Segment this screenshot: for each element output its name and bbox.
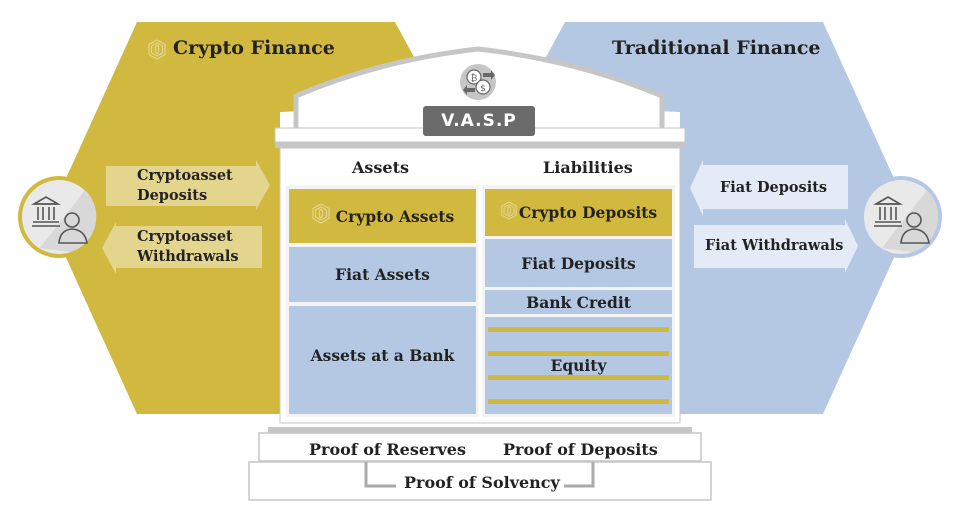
assets-at-bank-label: Assets at a Bank [310,345,455,365]
left-bank-customer-icon [18,176,100,258]
cryptoasset-withdrawals-line1: Cryptoasset [137,228,233,245]
cryptoasset-deposits-label: Cryptoasset Deposits [137,166,233,206]
crypto-fiat-exchange-icon: ₿ $ [460,64,496,100]
cryptoasset-deposits-line1: Cryptoasset [137,167,233,184]
cryptoasset-withdrawals-line2: Withdrawals [137,248,239,265]
base-ledge [268,427,692,433]
equity-label: Equity [550,356,607,375]
fiat-withdrawals-label: Fiat Withdrawals [705,237,844,254]
svg-text:$: $ [480,84,486,94]
bank-credit-label: Bank Credit [526,292,631,312]
liabilities-header: Liabilities [543,158,633,177]
assets-header: Assets [352,158,410,177]
cornice-shadow [275,142,685,148]
crypto-assets-label: Crypto Assets [335,206,455,226]
proof-of-deposits-label: Proof of Deposits [503,440,658,459]
assets-at-bank-box: Assets at a Bank [289,306,476,414]
crypto-deposits-box: Crypto Deposits [485,189,672,236]
crypto-assets-box: Crypto Assets [289,189,476,243]
cryptoasset-withdrawals-label: Cryptoasset Withdrawals [137,227,239,267]
fiat-deposits-label: Fiat Deposits [521,253,636,273]
crypto-deposits-label: Crypto Deposits [518,203,658,222]
crypto-finance-title: Crypto Finance [173,37,335,59]
equity-box: Equity [485,317,672,414]
vasp-badge: V.A.S.P [423,106,535,136]
cryptoasset-deposits-line2: Deposits [137,187,208,204]
crypto-coin-icon [500,200,518,226]
traditional-finance-title: Traditional Finance [612,37,821,59]
proof-of-reserves-label: Proof of Reserves [309,440,466,459]
svg-text:₿: ₿ [471,73,478,84]
right-bank-customer-icon [860,176,942,258]
fiat-assets-label: Fiat Assets [335,265,430,284]
fiat-deposits-label: Fiat Deposits [720,179,828,196]
crypto-coin-icon [311,203,331,229]
fiat-deposits-box: Fiat Deposits [485,239,672,287]
bank-credit-box: Bank Credit [485,290,672,314]
fiat-assets-box: Fiat Assets [289,247,476,302]
proof-of-solvency-label: Proof of Solvency [404,473,560,492]
